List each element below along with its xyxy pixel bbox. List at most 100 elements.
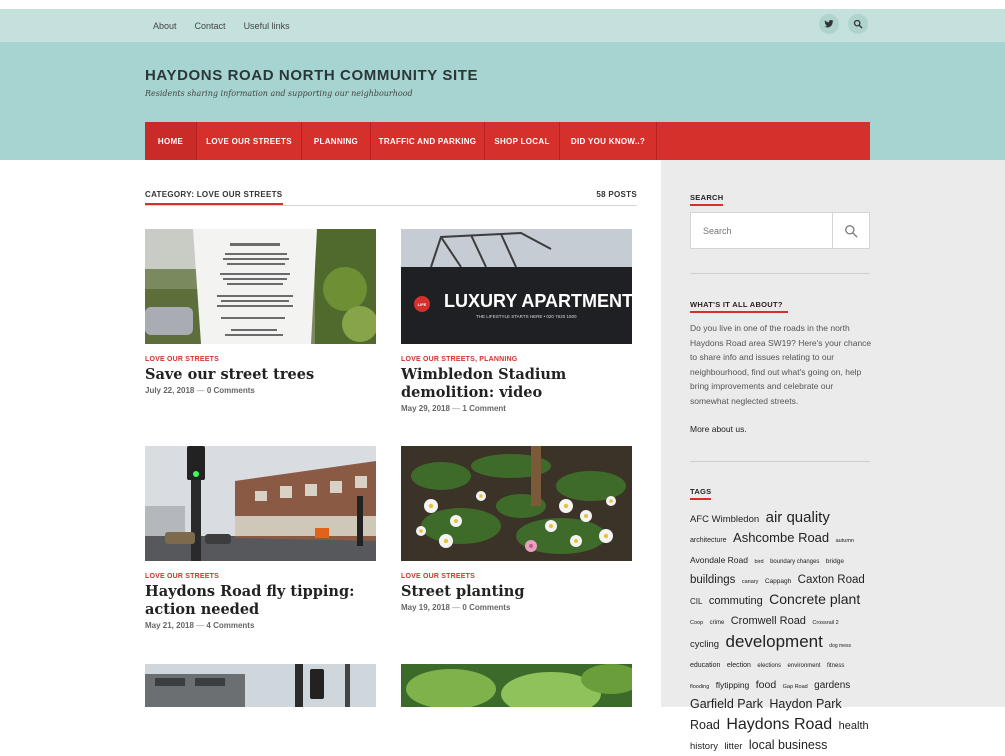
post-image-partial[interactable] (401, 664, 632, 707)
search-form (690, 212, 870, 249)
tag-link[interactable]: bird (754, 559, 763, 565)
tag-link[interactable]: Cappagh (765, 578, 791, 585)
search-submit-button[interactable] (832, 213, 869, 248)
tag-link[interactable]: Avondale Road (690, 555, 748, 565)
more-about-us-link[interactable]: More about us. (690, 424, 747, 434)
search-icon[interactable] (848, 14, 868, 34)
post-meta: May 21, 2018 — 4 Comments (145, 621, 255, 630)
tag-link[interactable]: bridge (826, 558, 844, 565)
tag-link[interactable]: flytipping (716, 680, 750, 690)
tag-link[interactable]: canary (742, 579, 759, 585)
nav-traffic-and-parking[interactable]: TRAFFIC AND PARKING (371, 122, 485, 160)
post-category[interactable]: LOVE OUR STREETS (401, 573, 632, 580)
tag-link[interactable]: CIL (690, 597, 702, 606)
tag-link[interactable]: buildings (690, 574, 735, 586)
category-divider (145, 205, 637, 206)
tag-link[interactable]: education (690, 662, 720, 669)
tag-link[interactable]: fitness (827, 663, 844, 669)
post-card: LIFE LUXURY APARTMENTS THE LIFESTYLE STA… (401, 229, 632, 413)
tag-link[interactable]: local business (749, 738, 828, 752)
tag-link[interactable]: Gap Road (783, 684, 808, 690)
hoarding-badge: LIFE (418, 302, 427, 307)
post-category[interactable]: LOVE OUR STREETS (145, 573, 376, 580)
category-underline (145, 203, 283, 205)
tag-link[interactable]: election (727, 662, 751, 669)
tag-link[interactable]: Haydons Road (726, 716, 832, 733)
tag-link[interactable]: cycling (690, 639, 719, 650)
post-category[interactable]: LOVE OUR STREETS, PLANNING (401, 356, 632, 363)
tag-link[interactable]: gardens (814, 680, 850, 691)
search-input[interactable] (691, 213, 833, 248)
tag-link[interactable]: litter (724, 741, 742, 752)
tag-link[interactable]: architecture (690, 537, 727, 544)
twitter-icon[interactable] (819, 14, 839, 34)
post-title[interactable]: Wimbledon Stadium demolition: video (401, 366, 632, 402)
post-date: May 19, 2018 (401, 603, 450, 612)
post-title[interactable]: Save our street trees (145, 366, 376, 384)
post-count: 58 POSTS (596, 190, 637, 199)
category-title: CATEGORY: LOVE OUR STREETS (145, 190, 283, 199)
tag-link[interactable]: Concrete plant (769, 591, 860, 607)
post-card: LOVE OUR STREETS Save our street trees J… (145, 229, 376, 395)
tag-link[interactable]: Ashcombe Road (733, 530, 829, 545)
post-meta: May 19, 2018 — 0 Comments (401, 603, 511, 612)
top-strip (0, 0, 1005, 9)
post-image-partial[interactable] (145, 664, 376, 707)
tag-link[interactable]: commuting (709, 595, 763, 607)
post-category[interactable]: LOVE OUR STREETS (145, 356, 376, 363)
tag-link[interactable]: autumn (836, 538, 854, 544)
site-title[interactable]: HAYDONS ROAD NORTH COMMUNITY SITE (145, 67, 478, 84)
post-image-trees-sign[interactable] (145, 229, 376, 344)
search-icon (845, 224, 858, 237)
top-link-useful-links[interactable]: Useful links (244, 21, 290, 31)
tag-link[interactable]: Garfield Park (690, 697, 763, 711)
post-title[interactable]: Street planting (401, 583, 632, 601)
post-date: May 21, 2018 (145, 621, 194, 630)
nav-shop-local[interactable]: SHOP LOCAL (485, 122, 560, 160)
tag-link[interactable]: AFC Wimbledon (690, 514, 759, 525)
nav-did-you-know[interactable]: DID YOU KNOW..? (560, 122, 657, 160)
post-comments[interactable]: 0 Comments (462, 603, 510, 612)
post-date: May 29, 2018 (401, 404, 450, 413)
tag-link[interactable]: food (756, 679, 776, 691)
post-image-street-scene[interactable] (145, 446, 376, 561)
site-description: Residents sharing information and suppor… (145, 89, 413, 98)
tag-link[interactable]: air quality (766, 509, 830, 526)
nav-home[interactable]: HOME (145, 122, 197, 160)
tag-link[interactable]: Crossrail 2 (812, 620, 838, 626)
sidebar-divider (690, 461, 870, 462)
nav-planning[interactable]: PLANNING (302, 122, 371, 160)
tag-link[interactable]: dog mess (829, 643, 851, 649)
tags-heading: TAGS (690, 487, 712, 496)
tag-link[interactable]: flooding (690, 684, 709, 690)
about-heading: WHAT'S IT ALL ABOUT? (690, 300, 783, 309)
post-title[interactable]: Haydons Road fly tipping: action needed (145, 583, 376, 619)
top-link-contact[interactable]: Contact (195, 21, 226, 31)
tag-cloud: AFC Wimbledon air quality architecture A… (690, 508, 872, 756)
search-heading: SEARCH (690, 193, 724, 202)
tag-link[interactable]: health (839, 720, 869, 732)
post-comments[interactable]: 0 Comments (207, 386, 255, 395)
about-heading-underline (690, 311, 788, 313)
post-image-luxury-apartments[interactable]: LIFE LUXURY APARTMENTS THE LIFESTYLE STA… (401, 229, 632, 344)
post-comments[interactable]: 1 Comment (462, 404, 506, 413)
tag-link[interactable]: Caxton Road (798, 574, 865, 586)
post-comments[interactable]: 4 Comments (206, 621, 254, 630)
tag-link[interactable]: Cromwell Road (731, 615, 806, 627)
tag-link[interactable]: development (726, 632, 823, 651)
hoarding-text: LUXURY APARTMENTS (444, 291, 632, 311)
post-meta: July 22, 2018 — 0 Comments (145, 386, 255, 395)
tag-link[interactable]: environment (788, 663, 821, 669)
post-image-flower-bed[interactable] (401, 446, 632, 561)
top-link-about[interactable]: About (153, 21, 177, 31)
about-text: Do you live in one of the roads in the n… (690, 323, 872, 406)
tag-link[interactable]: elections (757, 663, 781, 669)
tags-heading-underline (690, 498, 711, 500)
nav-love-our-streets[interactable]: LOVE OUR STREETS (197, 122, 302, 160)
tag-link[interactable]: history (690, 741, 718, 752)
top-links: About Contact Useful links (153, 9, 290, 42)
search-heading-underline (690, 204, 723, 206)
tag-link[interactable]: boundary changes (770, 559, 819, 565)
tag-link[interactable]: Coop (690, 620, 703, 626)
tag-link[interactable]: crime (710, 620, 725, 626)
